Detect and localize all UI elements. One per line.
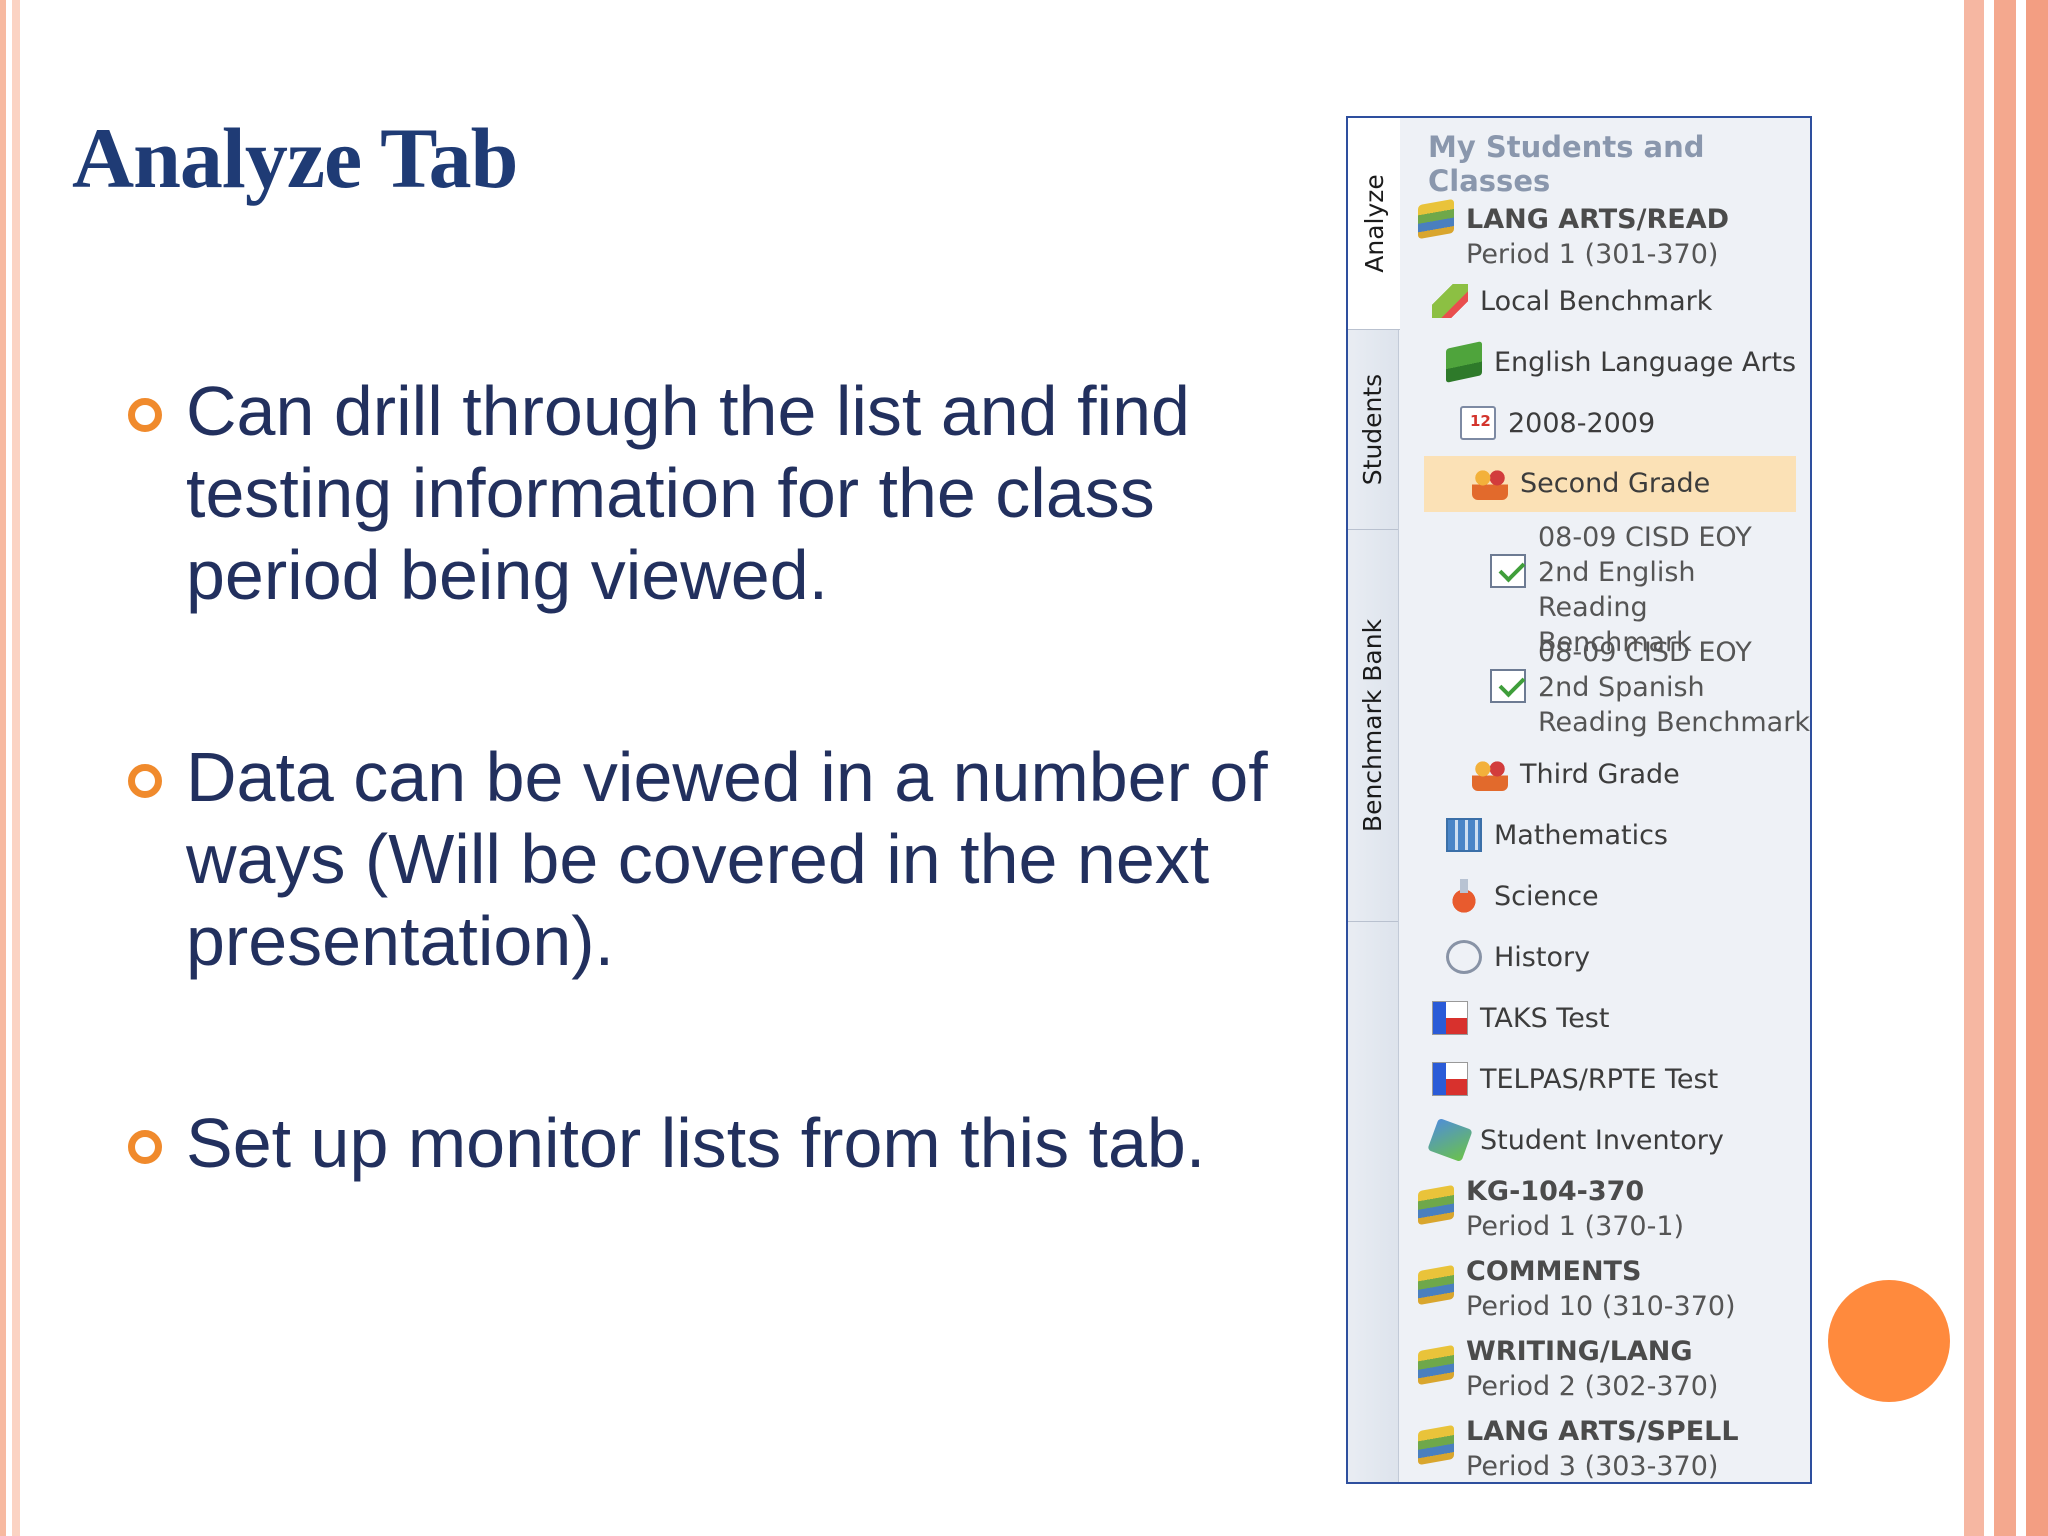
bullet-text: Set up monitor lists from this tab.	[186, 1104, 1206, 1182]
test-note-icon	[1490, 554, 1526, 588]
tree-item-local-benchmark[interactable]: Local Benchmark	[1432, 284, 1712, 319]
bullet-item: Set up monitor lists from this tab.	[120, 1102, 1270, 1184]
green-book-icon	[1446, 341, 1482, 383]
bullet-text: Data can be viewed in a number of ways (…	[186, 738, 1268, 980]
tree-item-lang-arts-spell[interactable]: LANG ARTS/SPELL Period 3 (303-370)	[1418, 1414, 1739, 1482]
bullet-marker-icon	[128, 764, 162, 798]
tree-item-kg-104-370[interactable]: KG-104-370 Period 1 (370-1)	[1418, 1174, 1684, 1244]
orange-accent-circle	[1828, 1280, 1950, 1402]
people-icon	[1472, 466, 1508, 500]
tree-item-lang-arts-read[interactable]: LANG ARTS/READ Period 1 (301-370)	[1418, 198, 1729, 272]
books-icon	[1418, 1184, 1454, 1226]
tab-benchmark-bank[interactable]: Benchmark Bank	[1348, 530, 1398, 922]
globe-icon	[1446, 940, 1482, 974]
texas-flag-icon	[1432, 1062, 1468, 1096]
bullet-marker-icon	[128, 398, 162, 432]
bullet-item: Can drill through the list and find test…	[120, 370, 1270, 616]
tree-item-third-grade[interactable]: Third Grade	[1472, 757, 1680, 792]
tree-item-student-inventory[interactable]: Student Inventory	[1427, 1117, 1724, 1163]
left-decorative-stripe	[0, 0, 26, 1536]
books-icon	[1418, 1424, 1454, 1466]
people-icon	[1472, 757, 1508, 791]
tab-analyze[interactable]: Analyze	[1348, 118, 1400, 330]
inventory-icon	[1427, 1117, 1473, 1163]
books-icon	[1418, 1344, 1454, 1386]
bullet-text: Can drill through the list and find test…	[186, 372, 1190, 614]
tab-students[interactable]: Students	[1348, 330, 1398, 530]
tree-item-spanish-reading-benchmark[interactable]: 08-09 CISD EOY 2nd Spanish Reading Benchma…	[1490, 635, 1810, 740]
books-icon	[1418, 198, 1454, 240]
test-note-icon	[1490, 669, 1526, 703]
tree-item-2008-2009[interactable]: 2008-2009	[1460, 406, 1655, 441]
students-classes-panel: Analyze Students Benchmark Bank My Stude…	[1346, 116, 1812, 1484]
bullet-marker-icon	[128, 1130, 162, 1164]
calendar-icon	[1460, 406, 1496, 440]
tree-item-writing-lang[interactable]: WRITING/LANG Period 2 (302-370)	[1418, 1334, 1718, 1404]
tree-item-science[interactable]: Science	[1446, 879, 1599, 914]
calculator-icon	[1446, 818, 1482, 852]
panel-header: My Students and Classes	[1428, 130, 1705, 198]
pencil-icon	[1432, 284, 1468, 318]
texas-flag-icon	[1432, 1001, 1468, 1035]
tree-item-second-grade[interactable]: Second Grade	[1424, 456, 1796, 512]
tree-item-english-language-arts[interactable]: English Language Arts	[1446, 341, 1796, 383]
tree-item-taks-test[interactable]: TAKS Test	[1432, 1001, 1609, 1036]
tree-item-telpas-rpte-test[interactable]: TELPAS/RPTE Test	[1432, 1062, 1718, 1097]
vertical-tab-strip: Analyze Students Benchmark Bank	[1348, 118, 1400, 1482]
slide-title: Analyze Tab	[72, 110, 518, 206]
bullet-item: Data can be viewed in a number of ways (…	[120, 736, 1270, 982]
right-decorative-stripes	[1956, 0, 2048, 1536]
tree-item-comments[interactable]: COMMENTS Period 10 (310-370)	[1418, 1254, 1736, 1324]
tree-item-history[interactable]: History	[1446, 940, 1590, 975]
bullet-list: Can drill through the list and find test…	[120, 370, 1270, 1184]
books-icon	[1418, 1264, 1454, 1306]
tree-item-mathematics[interactable]: Mathematics	[1446, 818, 1668, 853]
flask-icon	[1446, 879, 1482, 913]
